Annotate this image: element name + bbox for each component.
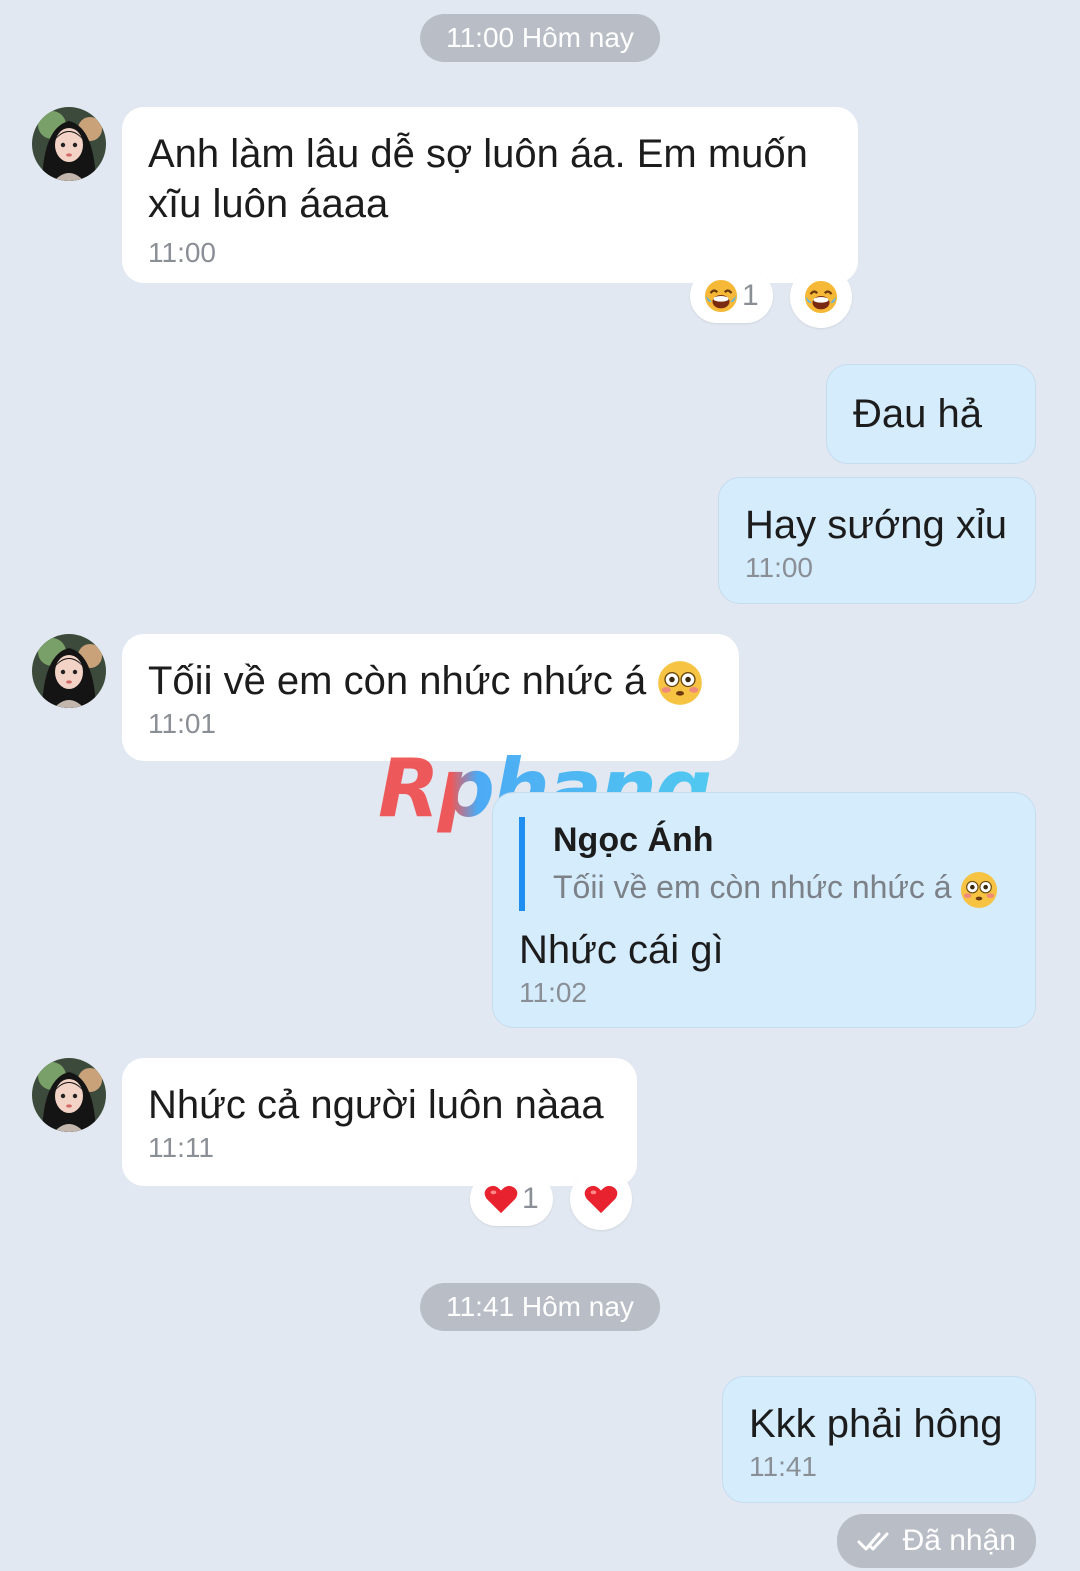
quoted-message[interactable]: Ngọc Ánh Tốii về em còn nhức nhức á	[519, 817, 1009, 911]
flushed-face-icon	[961, 871, 998, 908]
laughing-crying-icon	[704, 279, 738, 313]
double-check-icon	[857, 1532, 889, 1551]
contact-avatar[interactable]	[32, 107, 106, 181]
add-reaction-button[interactable]	[790, 266, 852, 328]
heart-icon	[584, 1185, 618, 1214]
message-text: Đau hả	[853, 392, 982, 436]
quoted-sender-name: Ngọc Ánh	[553, 821, 714, 859]
message-text: Tốii về em còn nhức nhức á	[148, 659, 647, 703]
quoted-text-line: Tốii về em còn nhức nhức á	[553, 863, 1009, 911]
reaction-count: 1	[742, 279, 759, 312]
laughing-crying-icon	[804, 280, 838, 314]
message-time: 11:41	[749, 1451, 817, 1482]
contact-avatar[interactable]	[32, 634, 106, 708]
delivery-status-badge: Đã nhận	[836, 1514, 1036, 1568]
message-bubble-outgoing[interactable]: Kkk phải hông 11:41	[722, 1376, 1036, 1503]
message-text: Anh làm lâu dễ sợ luôn áa. Em muốn xĩu l…	[148, 132, 808, 226]
delivery-status-text: Đã nhận	[902, 1524, 1016, 1557]
message-line: Tốii về em còn nhức nhức á	[148, 656, 713, 706]
time-separator: 11:41 Hôm nay	[420, 1283, 660, 1331]
time-separator: 11:00 Hôm nay	[420, 14, 660, 62]
quoted-text: Tốii về em còn nhức nhức á	[553, 869, 952, 905]
message-text: Hay sướng xỉu	[745, 503, 1007, 547]
flushed-face-icon	[658, 661, 703, 706]
message-time: 11:00	[148, 237, 216, 268]
message-text: Nhức cả người luôn nàaa	[148, 1083, 604, 1127]
message-bubble-outgoing[interactable]: Đau hả	[826, 364, 1036, 464]
reaction-summary[interactable]: 1	[470, 1172, 553, 1226]
message-time: 11:00	[745, 552, 813, 583]
reaction-count: 1	[522, 1182, 539, 1215]
message-bubble-incoming[interactable]: Nhức cả người luôn nàaa 11:11	[122, 1058, 637, 1186]
message-time: 11:11	[148, 1132, 214, 1163]
add-reaction-button[interactable]	[570, 1168, 632, 1230]
reply-message-bubble[interactable]: Ngọc Ánh Tốii về em còn nhức nhức á Nhức…	[492, 792, 1036, 1028]
message-text: Nhức cái gì	[519, 928, 724, 972]
message-text: Kkk phải hông	[749, 1402, 1003, 1446]
reaction-summary[interactable]: 1	[690, 269, 773, 323]
heart-icon	[484, 1185, 518, 1214]
contact-avatar[interactable]	[32, 1058, 106, 1132]
message-bubble-outgoing[interactable]: Hay sướng xỉu 11:00	[718, 477, 1036, 604]
message-bubble-incoming[interactable]: Anh làm lâu dễ sợ luôn áa. Em muốn xĩu l…	[122, 107, 858, 283]
message-time: 11:01	[148, 708, 216, 740]
message-time: 11:02	[519, 977, 587, 1008]
